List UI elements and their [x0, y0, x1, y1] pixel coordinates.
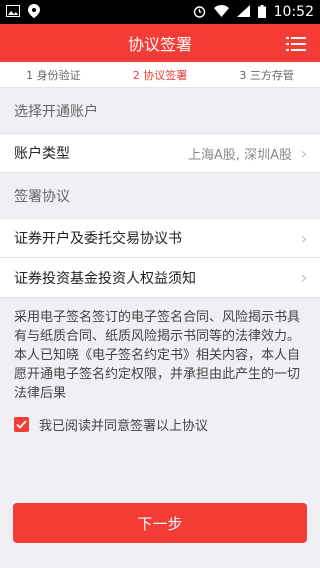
account-type-label: 账户类型	[14, 146, 70, 162]
account-type-row[interactable]: 账户类型 上海A股, 深圳A股 ›	[0, 133, 320, 173]
nav-bar: 协议签署	[0, 24, 320, 62]
section-account-label: 选择开通账户	[14, 103, 98, 120]
next-button[interactable]: 下一步	[13, 503, 307, 543]
account-type-value: 上海A股, 深圳A股	[187, 147, 292, 163]
chevron-right-icon: ›	[300, 143, 308, 163]
wifi-icon	[213, 5, 229, 19]
step-1: 1 身份验证	[26, 68, 81, 82]
chevron-right-icon: ›	[300, 268, 308, 287]
section-protocol-label: 签署协议	[14, 188, 70, 205]
legal-notice: 采用电子签名签订的电子签名合同、风险揭示书具有与纸质合同、纸质风险揭示书同等的法…	[14, 310, 301, 401]
step-2: 2 协议签署	[132, 68, 188, 82]
step-indicator: 1 身份验证 2 协议签署 3 三方存管	[0, 62, 320, 88]
chevron-right-icon: ›	[300, 228, 308, 248]
protocol-item[interactable]: 证券投资基金投资人权益须知 ›	[0, 258, 320, 298]
protocol-item-label: 证券开户及委托交易协议书	[14, 231, 182, 247]
image-icon	[6, 5, 20, 19]
page-title: 协议签署	[127, 35, 192, 54]
status-right: 10:52	[193, 4, 314, 20]
status-time: 10:52	[273, 4, 314, 20]
status-left	[6, 4, 40, 20]
location-icon	[28, 4, 40, 20]
protocol-item-label: 证券投资基金投资人权益须知	[14, 270, 196, 287]
alarm-icon	[193, 5, 206, 20]
agree-label: 我已阅读并同意签署以上协议	[39, 419, 209, 434]
status-bar: 10:52	[0, 0, 320, 24]
protocol-item[interactable]: 证券开户及委托交易协议书 ›	[0, 218, 320, 258]
checkbox[interactable]	[14, 417, 29, 432]
agree-checkbox-row[interactable]: 我已阅读并同意签署以上协议	[0, 403, 320, 446]
step-3: 3 三方存管	[239, 68, 294, 82]
list-menu-icon[interactable]	[286, 36, 306, 51]
battery-icon	[257, 4, 266, 20]
signal-icon	[236, 5, 250, 19]
